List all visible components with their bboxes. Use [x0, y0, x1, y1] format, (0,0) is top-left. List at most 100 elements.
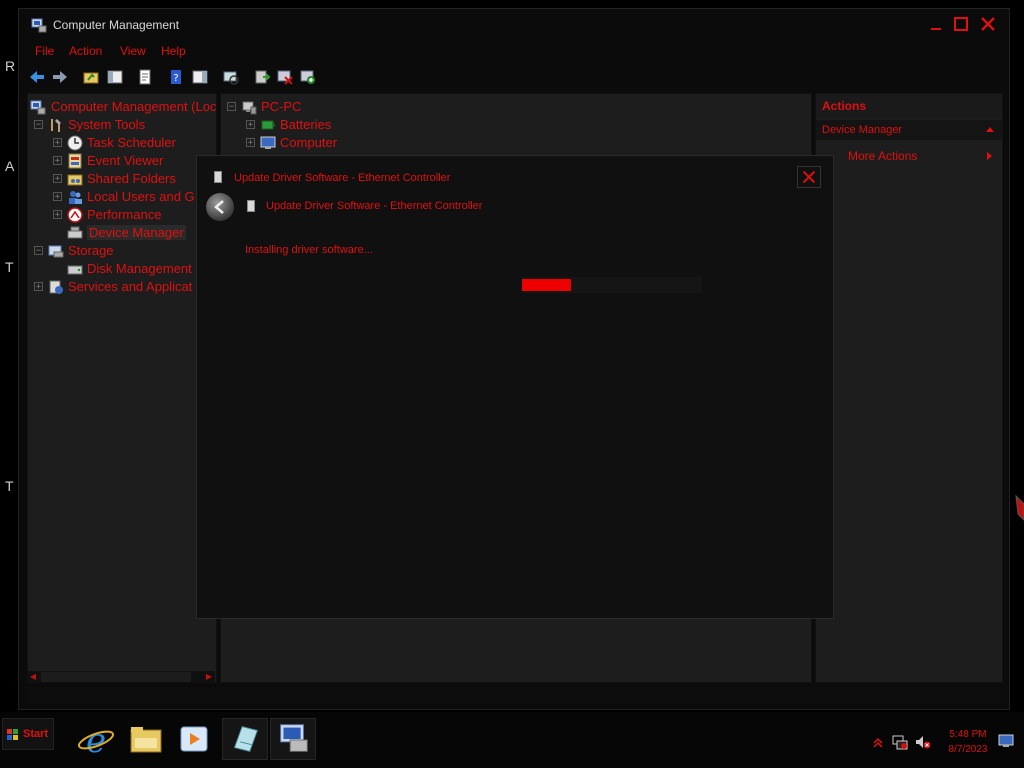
expand-toggle[interactable]: + [246, 120, 255, 130]
dialog-close-button[interactable] [797, 166, 821, 188]
tools-icon [51, 119, 61, 132]
scan-hardware-icon[interactable] [222, 68, 240, 86]
menu-file[interactable]: File [35, 44, 54, 58]
menu-view[interactable]: View [120, 44, 146, 58]
performance-icon [67, 207, 83, 223]
tree-item-device-manager[interactable]: Device Manager [53, 224, 216, 242]
device-node-pc[interactable]: − PC-PC [227, 98, 427, 116]
tree-item-label: Shared Folders [87, 171, 176, 186]
tree-item-disk-management[interactable]: Disk Management [53, 260, 216, 278]
start-label: Start [23, 728, 49, 740]
add-legacy-hardware-icon[interactable] [299, 68, 317, 86]
expand-toggle[interactable]: + [53, 210, 62, 220]
tree-item-event-viewer[interactable]: + Event Viewer [53, 152, 216, 170]
more-actions-item[interactable]: More Actions [816, 146, 1002, 166]
volume-muted-icon[interactable] [915, 734, 931, 750]
update-driver-dialog: Update Driver Software - Ethernet Contro… [196, 155, 834, 619]
scrollbar-thumb[interactable] [41, 672, 191, 682]
internet-explorer-icon: e [77, 721, 115, 761]
media-player-icon [180, 726, 208, 752]
expand-toggle[interactable]: + [53, 138, 62, 148]
scroll-left-icon[interactable]: ◀ [27, 671, 39, 683]
start-button[interactable]: Start [2, 718, 54, 750]
horizontal-scrollbar[interactable]: ◀ ▶ [27, 671, 215, 683]
help-icon[interactable]: ? [167, 68, 185, 86]
actions-section-device-manager[interactable]: Device Manager [816, 120, 1002, 140]
windows-logo-icon [7, 729, 18, 740]
taskbar-file-explorer[interactable] [123, 718, 169, 760]
collapse-toggle[interactable]: − [34, 120, 43, 130]
minimize-button[interactable] [927, 15, 945, 33]
svg-text:e: e [86, 721, 106, 760]
up-folder-icon[interactable] [82, 68, 100, 86]
desktop-icon-label: T [5, 259, 14, 275]
event-viewer-icon [68, 153, 82, 169]
window-title: Computer Management [53, 18, 180, 32]
taskbar-notepad[interactable] [222, 718, 268, 760]
update-driver-icon[interactable] [253, 68, 271, 86]
device-node-computer[interactable]: + Computer [246, 134, 446, 152]
taskbar-internet-explorer[interactable]: e [74, 718, 120, 761]
tree-item-label: Storage [68, 243, 114, 258]
maximize-button[interactable] [952, 15, 970, 33]
tree-item-computer-management[interactable]: Computer Management (Loc [30, 98, 217, 116]
progress-fill [522, 279, 571, 291]
actions-title: Actions [822, 99, 867, 113]
show-desktop-icon[interactable] [998, 734, 1014, 748]
desktop-icon-label: T [5, 478, 14, 494]
expand-toggle[interactable]: + [34, 282, 43, 292]
expand-toggle[interactable]: + [246, 138, 255, 148]
notepad-icon [233, 726, 259, 752]
menu-help[interactable]: Help [161, 44, 186, 58]
taskbar-computer-management[interactable] [270, 718, 316, 760]
device-icon [247, 200, 255, 212]
menu-action[interactable]: Action [69, 44, 102, 58]
tree-item-label: Device Manager [87, 225, 186, 240]
tree-item-task-scheduler[interactable]: + Task Scheduler [53, 134, 216, 152]
show-hide-tree-icon[interactable] [106, 68, 124, 86]
expand-toggle[interactable]: + [53, 156, 62, 166]
tree-item-services-and-applications[interactable]: + Services and Applicat [34, 278, 214, 296]
computer-management-icon [280, 724, 308, 752]
tree-item-label: Task Scheduler [87, 135, 176, 150]
forward-arrow-icon[interactable] [51, 68, 69, 86]
expand-toggle[interactable]: + [53, 192, 62, 202]
title-bar[interactable]: Computer Management [19, 9, 1009, 39]
expand-toggle[interactable]: + [53, 174, 62, 184]
back-arrow-icon[interactable] [28, 68, 46, 86]
clock-icon [67, 135, 83, 151]
tree-item-performance[interactable]: + Performance [53, 206, 216, 224]
console-tree-pane: Computer Management (Loc − System Tools … [27, 93, 217, 683]
device-node-label: PC-PC [261, 99, 302, 114]
collapse-up-icon [986, 127, 994, 132]
collapse-toggle[interactable]: − [227, 102, 236, 112]
tree-item-storage[interactable]: − Storage [34, 242, 214, 260]
tree-item-system-tools[interactable]: − System Tools [34, 116, 214, 134]
edge-arrow-icon [1015, 494, 1024, 521]
tree-item-label: Event Viewer [87, 153, 164, 168]
system-clock[interactable]: 5:48 PM 8/7/2023 [940, 727, 996, 757]
uninstall-device-icon[interactable] [276, 68, 294, 86]
dialog-title: Update Driver Software - Ethernet Contro… [234, 172, 451, 184]
dialog-header: Update Driver Software - Ethernet Contro… [266, 200, 483, 212]
toolbar: ? [19, 66, 1009, 88]
close-button[interactable] [979, 15, 997, 33]
device-manager-icon [67, 226, 83, 239]
scroll-right-icon[interactable]: ▶ [203, 671, 215, 683]
show-hidden-icons-icon[interactable] [870, 734, 886, 750]
network-icon[interactable] [892, 734, 908, 750]
properties-icon[interactable] [136, 68, 154, 86]
monitor-icon [260, 136, 276, 149]
shared-folder-icon [67, 174, 83, 186]
taskbar-media-player[interactable] [171, 718, 217, 760]
device-node-batteries[interactable]: + Batteries [246, 116, 446, 134]
show-hide-action-pane-icon[interactable] [191, 68, 209, 86]
back-button[interactable] [206, 193, 234, 221]
tree-item-label: Computer Management (Loc [51, 99, 217, 114]
battery-icon [261, 120, 275, 130]
tree-item-local-users[interactable]: + Local Users and G [53, 188, 216, 206]
actions-pane: Actions Device Manager More Actions [815, 93, 1003, 683]
tree-item-shared-folders[interactable]: + Shared Folders [53, 170, 216, 188]
collapse-toggle[interactable]: − [34, 246, 43, 256]
computer-icon [242, 101, 257, 115]
